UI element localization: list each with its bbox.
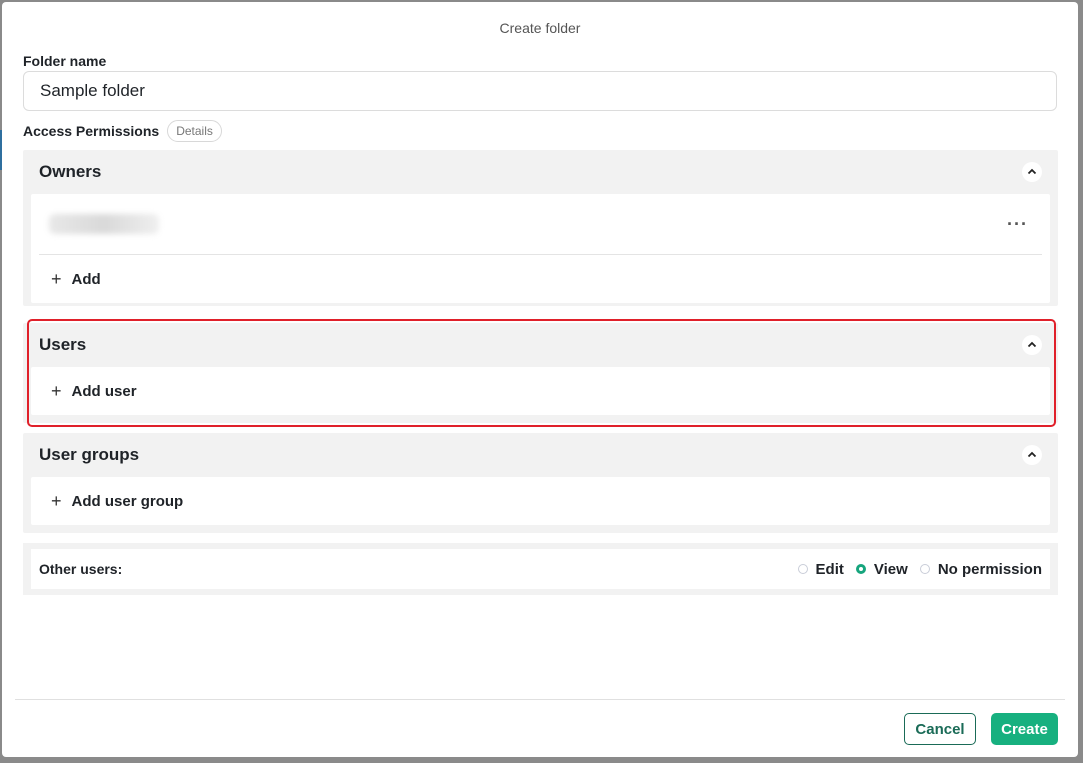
user-groups-body: + Add user group (31, 477, 1050, 525)
owners-body: ··· + Add (31, 194, 1050, 303)
permission-radio-group: Edit View No permission (797, 560, 1042, 578)
owner-name-redacted (49, 214, 159, 234)
other-users-row: Other users: Edit View No permission (31, 549, 1050, 589)
users-section: Users + Add user (23, 323, 1058, 423)
plus-icon: + (51, 490, 62, 511)
cancel-button[interactable]: Cancel (904, 713, 976, 745)
other-users-label: Other users: (39, 561, 123, 577)
owners-header: Owners (23, 150, 1058, 194)
footer-divider (15, 699, 1065, 700)
folder-name-label: Folder name (23, 53, 107, 69)
users-header: Users (23, 323, 1058, 367)
create-folder-modal: Create folder Folder name Access Permiss… (2, 2, 1078, 757)
radio-no-permission[interactable]: No permission (919, 560, 1042, 578)
details-button[interactable]: Details (167, 120, 222, 142)
radio-view-label: View (873, 560, 908, 578)
radio-button-icon (797, 564, 808, 574)
user-groups-section: User groups + Add user group (23, 433, 1058, 533)
radio-button-icon (919, 564, 930, 574)
chevron-up-icon[interactable] (1022, 445, 1042, 465)
folder-name-input[interactable] (23, 71, 1057, 111)
access-permissions-label: Access Permissions (23, 123, 160, 139)
add-owner-label: Add (71, 270, 101, 288)
radio-edit-label: Edit (815, 560, 844, 578)
plus-icon: + (51, 268, 62, 289)
add-user-button[interactable]: + Add user (31, 367, 1050, 415)
ellipsis-icon[interactable]: ··· (1007, 214, 1028, 235)
add-owner-button[interactable]: + Add (31, 255, 1050, 303)
radio-no-permission-label: No permission (937, 560, 1042, 578)
users-body: + Add user (31, 367, 1050, 415)
access-permissions-row: Access Permissions Details (23, 120, 222, 142)
owners-section: Owners ··· + Add (23, 150, 1058, 306)
other-users-section: Other users: Edit View No permission (23, 543, 1058, 595)
add-user-group-label: Add user group (71, 492, 184, 510)
radio-edit[interactable]: Edit (797, 560, 844, 578)
users-title: Users (39, 335, 87, 354)
chevron-up-icon[interactable] (1022, 162, 1042, 182)
owner-row: ··· (39, 194, 1042, 255)
add-user-label: Add user (71, 382, 137, 400)
owners-title: Owners (39, 162, 102, 181)
chevron-up-icon[interactable] (1022, 335, 1042, 355)
user-groups-title: User groups (39, 445, 140, 464)
radio-view[interactable]: View (855, 560, 908, 578)
plus-icon: + (51, 380, 62, 401)
user-groups-header: User groups (23, 433, 1058, 477)
radio-button-checked-icon (855, 564, 866, 574)
add-user-group-button[interactable]: + Add user group (31, 477, 1050, 525)
modal-title: Create folder (499, 20, 581, 36)
create-button[interactable]: Create (991, 713, 1058, 745)
